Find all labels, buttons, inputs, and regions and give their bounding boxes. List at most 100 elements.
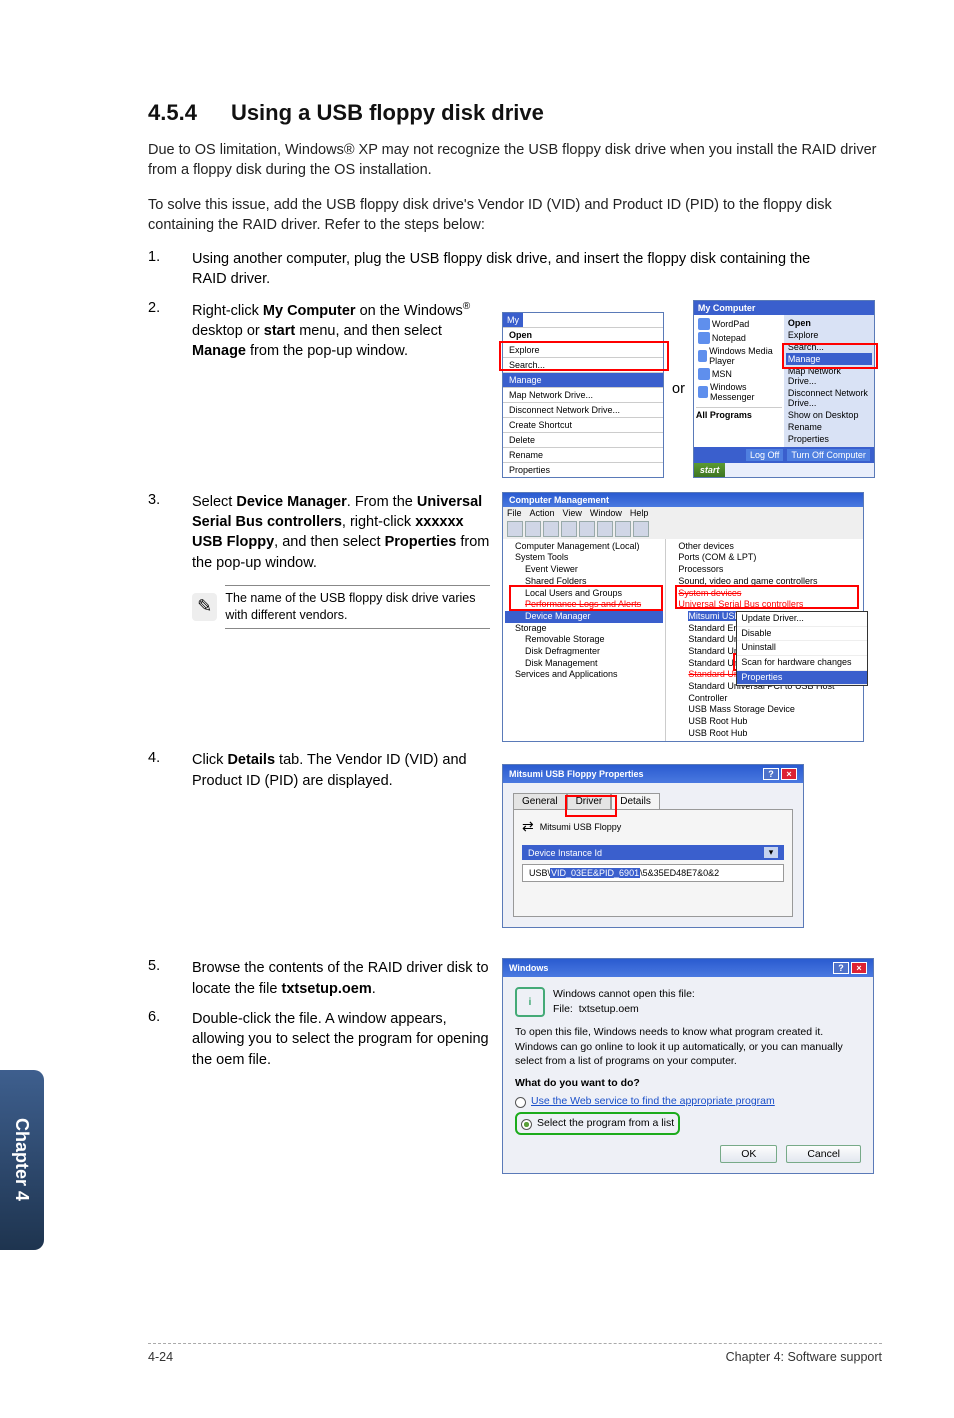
start-item-notepad[interactable]: Notepad [696,331,782,345]
ctx-disable[interactable]: Disable [737,627,867,642]
toolbar-icon[interactable] [543,521,559,537]
menu-map-drive[interactable]: Map Network Drive... [503,387,663,402]
turn-off-button[interactable]: Turn Off Computer [787,449,870,461]
cm-menu-help[interactable]: Help [630,508,649,518]
start-item-msn[interactable]: MSN [696,367,782,381]
cm-menu-view[interactable]: View [563,508,582,518]
tab-details[interactable]: Details [611,793,660,809]
dev-sound[interactable]: Sound, video and game controllers [668,576,861,588]
dropdown-icon[interactable]: ▾ [764,847,778,858]
menu-rename[interactable]: Rename [503,447,663,462]
ctx-scan[interactable]: Scan for hardware changes [737,656,867,671]
dev-root-hub-1[interactable]: USB Root Hub [668,716,861,728]
dev-usb-controllers[interactable]: Universal Serial Bus controllers [668,599,861,611]
step-5-text: Browse the contents of the RAID driver d… [192,958,490,999]
toolbar-icon[interactable] [597,521,613,537]
tree-defrag[interactable]: Disk Defragmenter [505,646,663,658]
log-off-button[interactable]: Log Off [746,449,783,461]
start-button[interactable]: start [694,463,726,477]
tree-removable[interactable]: Removable Storage [505,634,663,646]
menu-explore[interactable]: Explore [503,342,663,357]
cm-menubar: File Action View Window Help [503,507,863,519]
cm-menu-file[interactable]: File [507,508,522,518]
footer-chapter: Chapter 4: Software support [726,1350,882,1364]
tree-root[interactable]: Computer Management (Local) [505,541,663,553]
close-button[interactable]: × [851,962,867,974]
menu-open[interactable]: Open [503,327,663,342]
msn-icon [698,368,710,380]
dev-mass-storage[interactable]: USB Mass Storage Device [668,704,861,716]
toolbar-icon[interactable] [561,521,577,537]
sub-search[interactable]: Search... [786,341,872,353]
dev-root-hub-2[interactable]: USB Root Hub [668,728,861,740]
dev-system[interactable]: System devices [668,588,861,600]
cm-menu-window[interactable]: Window [590,508,622,518]
usb-device-icon: ⇄ [522,818,534,835]
dev-processors[interactable]: Processors [668,564,861,576]
close-button[interactable]: × [781,768,797,780]
toolbar-icon[interactable] [633,521,649,537]
page-number: 4-24 [148,1350,173,1364]
start-right-submenu: Open Explore Search... Manage Map Networ… [784,315,874,447]
menu-manage[interactable]: Manage [503,372,663,387]
ctx-update-driver[interactable]: Update Driver... [737,612,867,627]
toolbar-icon[interactable] [579,521,595,537]
dev-other[interactable]: Other devices [668,541,861,553]
step-4-text: Click Details tab. The Vendor ID (VID) a… [192,750,490,791]
dev-mitsumi-usb[interactable]: Mitsumi USB [688,611,740,621]
start-left-column: WordPad Notepad Windows Media Player MSN… [694,315,784,447]
menu-search[interactable]: Search... [503,357,663,372]
tree-storage[interactable]: Storage [505,623,663,635]
cm-menu-action[interactable]: Action [530,508,555,518]
tree-local-users[interactable]: Local Users and Groups [505,588,663,600]
ctx-properties[interactable]: Properties [737,671,867,686]
menu-properties[interactable]: Properties [503,462,663,477]
cancel-button[interactable]: Cancel [786,1145,861,1163]
tab-general[interactable]: General [513,793,567,809]
start-item-wmp[interactable]: Windows Media Player [696,345,782,367]
sub-disconnect[interactable]: Disconnect Network Drive... [786,387,872,409]
tab-driver[interactable]: Driver [567,793,612,809]
step-2-number: 2. [148,300,192,316]
toolbar-icon[interactable] [525,521,541,537]
device-instance-select[interactable]: Device Instance Id ▾ [522,845,784,860]
all-programs[interactable]: All Programs [696,407,782,420]
toolbar-icon[interactable] [507,521,523,537]
start-item-wordpad[interactable]: WordPad [696,317,782,331]
start-item-messenger[interactable]: Windows Messenger [696,381,782,403]
tree-event-viewer[interactable]: Event Viewer [505,564,663,576]
step-6-number: 6. [148,1009,192,1025]
help-button[interactable]: ? [833,962,849,974]
prop-device-name: Mitsumi USB Floppy [540,822,622,832]
cm-toolbar [503,519,863,539]
help-button[interactable]: ? [763,768,779,780]
radio-program-list[interactable]: Select the program from a list [521,1117,674,1129]
sub-explore[interactable]: Explore [786,329,872,341]
sub-rename[interactable]: Rename [786,421,872,433]
sub-map[interactable]: Map Network Drive... [786,365,872,387]
menu-delete[interactable]: Delete [503,432,663,447]
tree-perf-logs[interactable]: Performance Logs and Alerts [505,599,663,611]
menu-disconnect-drive[interactable]: Disconnect Network Drive... [503,402,663,417]
tree-services[interactable]: Services and Applications [505,669,663,681]
tree-system-tools[interactable]: System Tools [505,552,663,564]
ctx-uninstall[interactable]: Uninstall [737,641,867,656]
tree-shared-folders[interactable]: Shared Folders [505,576,663,588]
sub-open[interactable]: Open [786,317,872,329]
tree-device-manager[interactable]: Device Manager [505,611,663,623]
start-bottom-bar: Log Off Turn Off Computer [694,447,874,463]
my-computer-tag: My [503,313,523,327]
sub-properties[interactable]: Properties [786,433,872,445]
step-5-number: 5. [148,958,192,974]
cm-title: Computer Management [503,493,863,507]
dev-ports[interactable]: Ports (COM & LPT) [668,552,861,564]
sub-manage[interactable]: Manage [786,353,872,365]
sub-show-desktop[interactable]: Show on Desktop [786,409,872,421]
context-menu-my-computer: My Open Explore Search... Manage Map Net… [502,312,664,478]
menu-shortcut[interactable]: Create Shortcut [503,417,663,432]
notepad-icon [698,332,710,344]
radio-web-service[interactable]: Use the Web service to find the appropri… [515,1095,775,1107]
ok-button[interactable]: OK [720,1145,777,1163]
toolbar-icon[interactable] [615,521,631,537]
tree-disk-mgmt[interactable]: Disk Management [505,658,663,670]
